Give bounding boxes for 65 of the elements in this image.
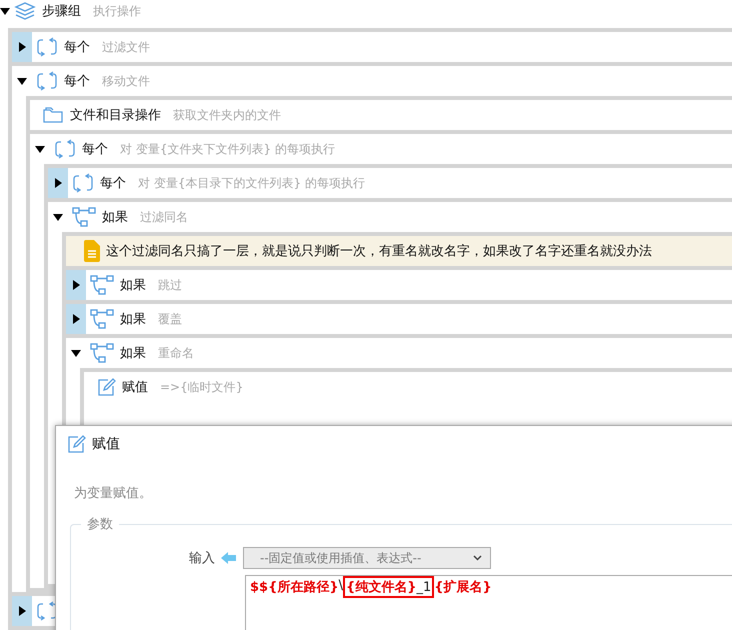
expand-toggle[interactable] bbox=[12, 32, 32, 62]
step-description: 重命名 bbox=[158, 344, 194, 362]
step-description: 覆盖 bbox=[158, 310, 182, 328]
step-title: 步骤组 bbox=[42, 3, 81, 20]
branch-icon bbox=[90, 275, 114, 295]
left-arrow-icon bbox=[221, 552, 237, 564]
step-title: 赋值 bbox=[122, 379, 148, 396]
expand-toggle[interactable] bbox=[66, 270, 86, 300]
dialog-description: 为变量赋值。 bbox=[74, 485, 153, 502]
expand-toggle[interactable] bbox=[12, 596, 32, 626]
expand-toggle[interactable] bbox=[66, 304, 86, 334]
step-row[interactable]: 如果 过滤同名 bbox=[48, 202, 732, 232]
step-description: 移动文件 bbox=[102, 72, 150, 90]
branch-icon bbox=[90, 343, 114, 363]
step-title: 如果 bbox=[120, 345, 146, 362]
step-description: 对 变量{文件夹下文件列表} 的每项执行 bbox=[120, 140, 335, 158]
variable-token: {扩展名} bbox=[434, 578, 492, 596]
folder-icon bbox=[42, 106, 64, 124]
value-select[interactable]: --固定值或使用插值、表达式-- bbox=[243, 547, 491, 569]
step-row[interactable]: 文件和目录操作 获取文件夹内的文件 bbox=[30, 100, 732, 130]
loop-icon bbox=[54, 139, 76, 159]
loop-icon bbox=[36, 71, 58, 91]
field-label: 输入 bbox=[189, 550, 215, 567]
edit-icon bbox=[96, 377, 116, 397]
note-icon bbox=[84, 240, 100, 262]
step-title: 每个 bbox=[64, 73, 90, 90]
text-token: \ bbox=[338, 578, 343, 593]
step-row[interactable]: 每个 移动文件 bbox=[12, 66, 732, 96]
layers-icon bbox=[14, 1, 36, 21]
step-description: 执行操作 bbox=[93, 2, 141, 20]
step-description: 对 变量{本目录下的文件列表} 的每项执行 bbox=[138, 174, 365, 192]
step-description: 跳过 bbox=[158, 276, 182, 294]
step-row[interactable]: 赋值 =>{临时文件} bbox=[84, 372, 732, 402]
expand-toggle[interactable] bbox=[48, 168, 68, 198]
branch-icon bbox=[72, 207, 96, 227]
step-title: 如果 bbox=[120, 277, 146, 294]
step-title: 如果 bbox=[102, 209, 128, 226]
branch-icon bbox=[90, 309, 114, 329]
step-row[interactable]: 如果 覆盖 bbox=[66, 304, 732, 334]
step-description: =>{临时文件} bbox=[160, 378, 244, 396]
text-token: _1 bbox=[416, 580, 432, 595]
loop-icon bbox=[36, 37, 58, 57]
expression-field[interactable]: $${所在路径}\ {纯文件名}_1 {扩展名} bbox=[245, 575, 732, 630]
step-row[interactable]: 每个 过滤文件 bbox=[12, 32, 732, 62]
step-row[interactable]: 步骤组 执行操作 bbox=[0, 0, 732, 22]
step-row[interactable]: 每个 对 变量{本目录下的文件列表} 的每项执行 bbox=[48, 168, 732, 198]
edit-icon bbox=[66, 434, 86, 454]
dialog-title: 赋值 bbox=[92, 435, 120, 453]
step-title: 每个 bbox=[100, 175, 126, 192]
comment-text: 这个过滤同名只搞了一层，就是说只判断一次，有重名就改名字，如果改了名字还重名就没办法 bbox=[106, 243, 652, 260]
step-row[interactable]: 如果 重命名 bbox=[66, 338, 732, 368]
step-title: 每个 bbox=[82, 141, 108, 158]
step-description: 过滤文件 bbox=[102, 38, 150, 56]
step-title: 如果 bbox=[120, 311, 146, 328]
step-title: 每个 bbox=[64, 39, 90, 56]
step-description: 过滤同名 bbox=[140, 208, 188, 226]
variable-token: $${所在路径} bbox=[250, 580, 339, 596]
panel-legend: 参数 bbox=[81, 515, 119, 533]
step-row[interactable]: 如果 跳过 bbox=[66, 270, 732, 300]
step-row[interactable]: 每个 对 变量{文件夹下文件列表} 的每项执行 bbox=[30, 134, 732, 164]
variable-token: {纯文件名} bbox=[346, 578, 417, 596]
step-title: 文件和目录操作 bbox=[70, 107, 161, 124]
loop-icon bbox=[72, 173, 94, 193]
step-description: 获取文件夹内的文件 bbox=[173, 106, 281, 124]
chevron-down-icon bbox=[473, 555, 482, 561]
